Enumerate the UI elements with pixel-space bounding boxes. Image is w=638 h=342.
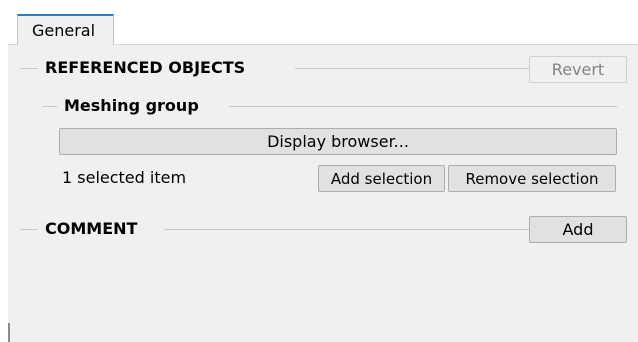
comment-divider-right xyxy=(164,229,529,230)
comment-divider-left xyxy=(20,229,38,230)
resize-edge xyxy=(8,323,10,342)
comment-title: COMMENT xyxy=(45,219,138,238)
section-divider-left xyxy=(20,68,38,69)
section-divider-right xyxy=(295,68,529,69)
selected-item-count: 1 selected item xyxy=(62,168,187,187)
properties-panel xyxy=(8,44,638,342)
remove-selection-button[interactable]: Remove selection xyxy=(448,165,616,192)
revert-button[interactable]: Revert xyxy=(529,56,627,83)
tab-general[interactable]: General xyxy=(17,14,114,45)
group-divider-left xyxy=(42,106,57,107)
tab-general-label: General xyxy=(32,21,96,40)
add-selection-button[interactable]: Add selection xyxy=(318,165,445,192)
display-browser-button[interactable]: Display browser... xyxy=(59,128,617,155)
group-divider-right xyxy=(229,106,617,107)
referenced-objects-title: REFERENCED OBJECTS xyxy=(45,58,246,77)
add-comment-button[interactable]: Add xyxy=(529,216,627,243)
meshing-group-title: Meshing group xyxy=(64,96,199,115)
